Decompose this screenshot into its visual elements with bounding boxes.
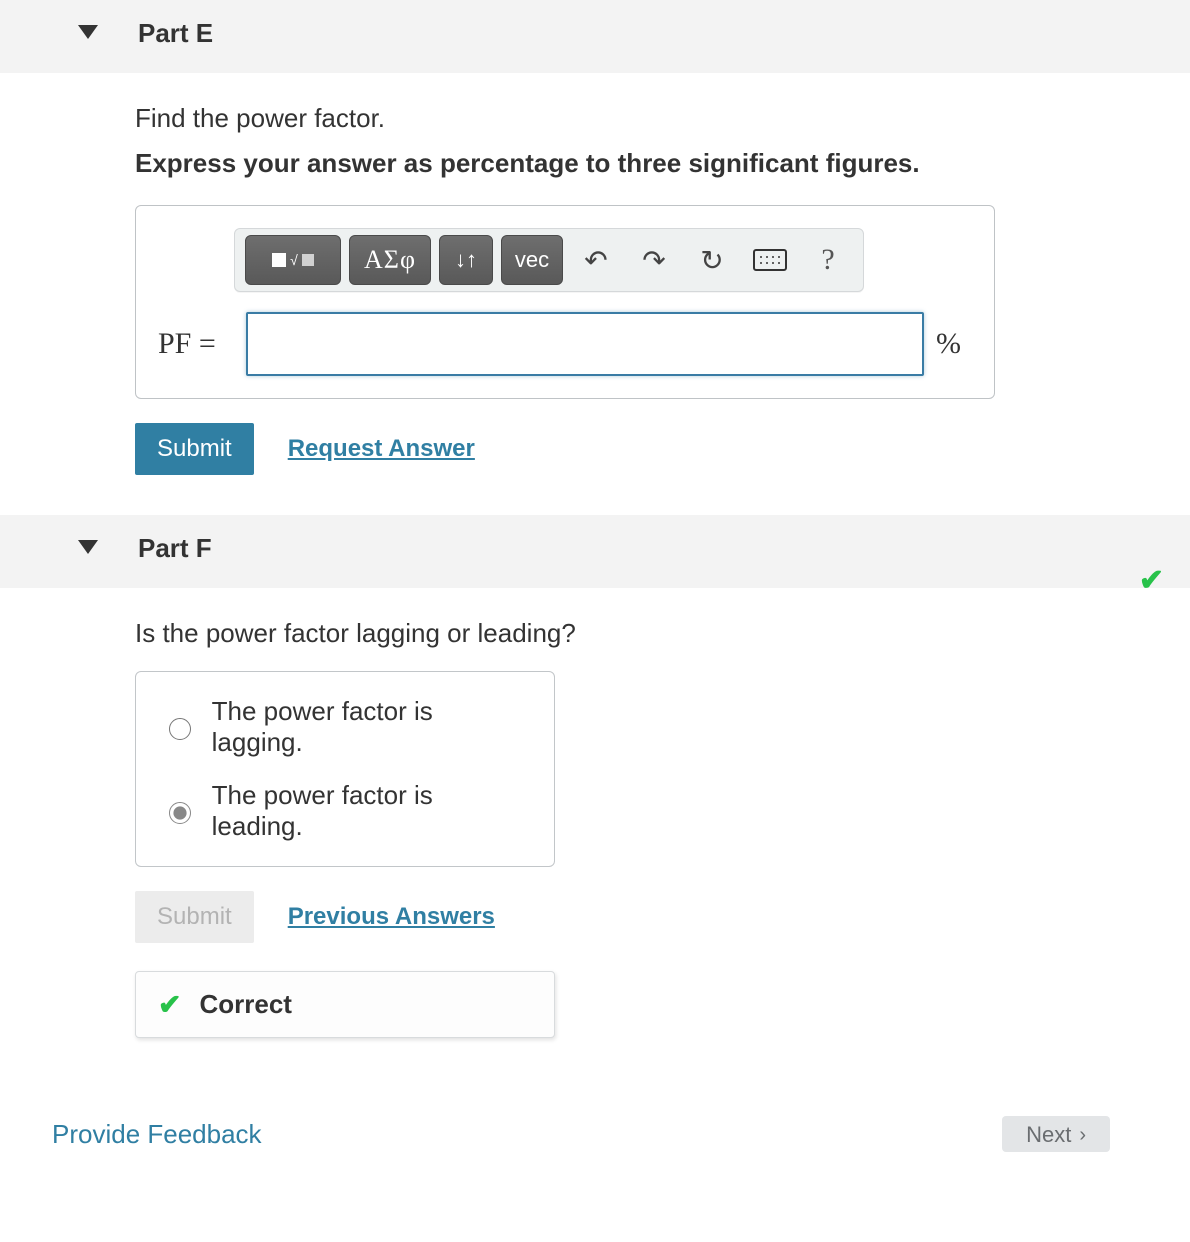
- vec-label: vec: [515, 247, 549, 273]
- toolbar-row: √ ΑΣφ ↓↑ vec ↶: [158, 228, 972, 292]
- footer-row: Provide Feedback Next ›: [0, 1078, 1190, 1152]
- part-f-prompt: Is the power factor lagging or leading?: [135, 618, 1110, 649]
- choice-frame: The power factor is lagging. The power f…: [135, 671, 555, 867]
- keyboard-icon: [753, 249, 787, 271]
- reset-icon: ↻: [700, 244, 723, 277]
- part-f-title: Part F: [138, 533, 212, 563]
- request-answer-label: Request Answer: [288, 435, 475, 462]
- part-e-instruction: Express your answer as percentage to thr…: [135, 148, 1110, 179]
- redo-button[interactable]: ↷: [629, 235, 679, 285]
- caret-down-icon: [78, 533, 98, 561]
- part-f-header[interactable]: Part F ✔: [0, 515, 1190, 588]
- previous-answers-label: Previous Answers: [288, 903, 495, 930]
- provide-feedback-link[interactable]: Provide Feedback: [52, 1119, 262, 1150]
- correct-label: Correct: [199, 989, 291, 1020]
- part-e-body: Find the power factor. Express your answ…: [0, 73, 1190, 515]
- submit-button-disabled: Submit: [135, 891, 254, 943]
- previous-answers-link[interactable]: Previous Answers: [288, 903, 495, 931]
- next-button[interactable]: Next ›: [1002, 1116, 1110, 1152]
- part-e-prompt: Find the power factor.: [135, 103, 1110, 134]
- unit-label: %: [936, 327, 972, 361]
- choice-label: The power factor is lagging.: [212, 696, 526, 758]
- provide-feedback-label: Provide Feedback: [52, 1119, 262, 1149]
- templates-icon: √: [272, 252, 314, 268]
- choice-label: The power factor is leading.: [212, 780, 526, 842]
- variable-label: PF =: [158, 327, 234, 361]
- check-icon: ✔: [158, 988, 181, 1021]
- redo-icon: ↷: [642, 244, 665, 277]
- vec-button[interactable]: vec: [501, 235, 563, 285]
- answer-frame: √ ΑΣφ ↓↑ vec ↶: [135, 205, 995, 399]
- greek-label: ΑΣφ: [364, 245, 416, 275]
- part-f-body: Is the power factor lagging or leading? …: [0, 588, 1190, 1078]
- part-e-actions: Submit Request Answer: [135, 423, 1110, 475]
- reset-button[interactable]: ↻: [687, 235, 737, 285]
- undo-button[interactable]: ↶: [571, 235, 621, 285]
- swap-button[interactable]: ↓↑: [439, 235, 493, 285]
- caret-down-icon: [78, 18, 98, 46]
- answer-input[interactable]: [246, 312, 924, 376]
- answer-input-row: PF = %: [158, 312, 972, 376]
- undo-icon: ↶: [584, 244, 607, 277]
- correct-banner: ✔ Correct: [135, 971, 555, 1038]
- next-label: Next: [1026, 1122, 1071, 1148]
- choice-option-leading[interactable]: The power factor is leading.: [164, 780, 526, 842]
- radio-leading[interactable]: [169, 802, 191, 824]
- choice-option-lagging[interactable]: The power factor is lagging.: [164, 696, 526, 758]
- help-button[interactable]: ?: [803, 235, 853, 285]
- keyboard-button[interactable]: [745, 235, 795, 285]
- request-answer-link[interactable]: Request Answer: [288, 435, 475, 463]
- help-label: ?: [821, 243, 834, 277]
- part-e-title: Part E: [138, 18, 213, 48]
- swap-icon: ↓↑: [455, 247, 477, 273]
- radio-lagging[interactable]: [169, 718, 191, 740]
- templates-button[interactable]: √: [245, 235, 341, 285]
- part-f-actions: Submit Previous Answers: [135, 891, 1110, 943]
- submit-label: Submit: [157, 435, 232, 462]
- chevron-right-icon: ›: [1079, 1124, 1086, 1147]
- greek-button[interactable]: ΑΣφ: [349, 235, 431, 285]
- equation-toolbar: √ ΑΣφ ↓↑ vec ↶: [234, 228, 864, 292]
- part-e-header[interactable]: Part E: [0, 0, 1190, 73]
- submit-label: Submit: [157, 903, 232, 930]
- submit-button[interactable]: Submit: [135, 423, 254, 475]
